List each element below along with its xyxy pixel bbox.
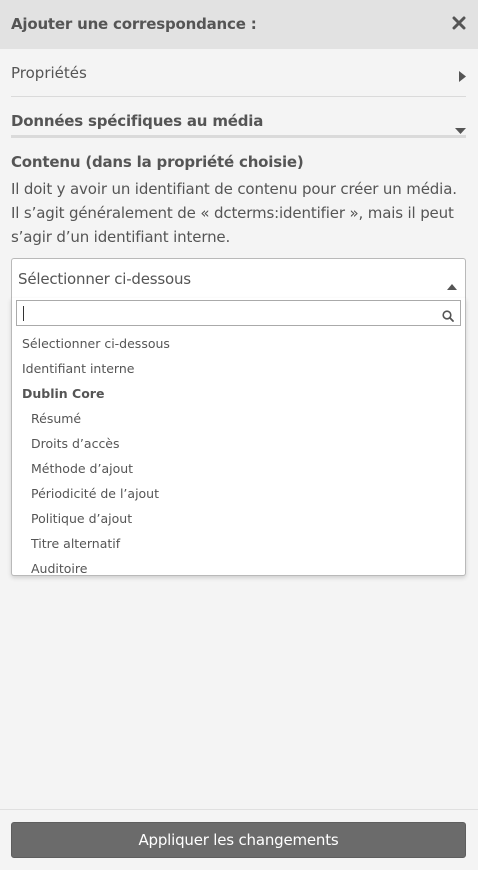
dropdown-option[interactable]: Auditoire: [12, 556, 465, 575]
dropdown-option[interactable]: Politique d’ajout: [12, 506, 465, 531]
dropdown-option[interactable]: Identifiant interne: [12, 356, 465, 381]
dropdown-option[interactable]: Droits d’accès: [12, 431, 465, 456]
properties-section-toggle[interactable]: Propriétés: [11, 49, 466, 97]
dropdown-search-input[interactable]: [17, 301, 449, 325]
search-icon: [442, 307, 454, 326]
footer-divider: [0, 809, 478, 810]
option-group-label: Dublin Core: [22, 386, 105, 401]
text-cursor: [23, 306, 24, 321]
close-icon[interactable]: [452, 15, 468, 31]
dropdown-option[interactable]: Titre alternatif: [12, 531, 465, 556]
select-selected-value: Sélectionner ci-dessous: [18, 270, 191, 288]
dropdown-search: [16, 300, 461, 326]
panel-title: Ajouter une correspondance :: [11, 15, 257, 33]
content-field-description: Il doit y avoir un identifiant de conten…: [11, 180, 457, 246]
media-section-toggle[interactable]: Données spécifiques au média: [11, 97, 466, 138]
caret-right-icon: [459, 67, 466, 86]
content-field-label: Contenu (dans la propriété choisie): [11, 153, 304, 171]
content-property-select[interactable]: Sélectionner ci-dessous: [11, 258, 466, 298]
dropdown-options: Sélectionner ci-dessous Identifiant inter…: [12, 331, 465, 575]
panel-header: Ajouter une correspondance :: [0, 0, 478, 49]
select-dropdown: Sélectionner ci-dessous Identifiant inter…: [11, 298, 466, 576]
dropdown-option[interactable]: Résumé: [12, 406, 465, 431]
dropdown-option[interactable]: Méthode d’ajout: [12, 456, 465, 481]
media-section-label: Données spécifiques au média: [11, 112, 264, 130]
caret-down-icon: [455, 119, 466, 138]
dropdown-option[interactable]: Sélectionner ci-dessous: [12, 331, 465, 356]
dropdown-option[interactable]: Périodicité de l’ajout: [12, 481, 465, 506]
apply-changes-button[interactable]: Appliquer les changements: [11, 822, 466, 858]
properties-label: Propriétés: [11, 64, 87, 82]
caret-up-icon: [447, 275, 457, 294]
